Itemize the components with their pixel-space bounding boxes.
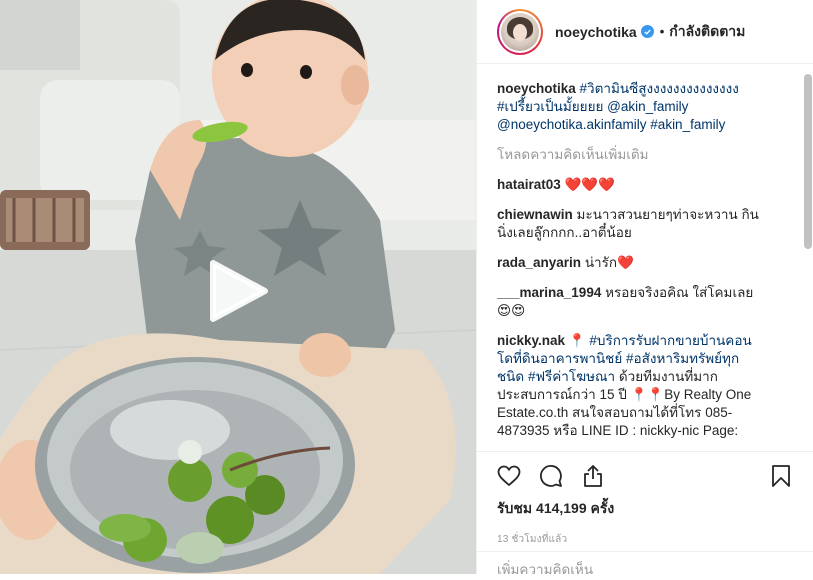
following-button[interactable]: กำลังติดตาม xyxy=(669,21,745,43)
play-button[interactable] xyxy=(205,259,269,323)
header-separator: • xyxy=(659,24,665,39)
comment-button[interactable] xyxy=(539,464,563,488)
comment-username[interactable]: nickky.nak xyxy=(497,333,565,348)
share-icon xyxy=(584,465,602,487)
comment-username[interactable]: ___marina_1994 xyxy=(497,285,601,300)
like-button[interactable] xyxy=(497,464,521,488)
post-header: noeychotika • กำลังติดตาม xyxy=(477,0,813,64)
comment-text: ❤️❤️❤️ xyxy=(564,177,615,192)
post-video[interactable] xyxy=(0,0,476,574)
avatar-image xyxy=(501,12,539,51)
action-icons xyxy=(497,460,793,492)
mention-link[interactable]: @akin_family xyxy=(607,99,688,114)
post-side-panel: noeychotika • กำลังติดตาม noeychotika #ว… xyxy=(476,0,813,577)
mention-link[interactable]: @noeychotika.akinfamily xyxy=(497,117,647,132)
hashtag-link[interactable]: #akin_family xyxy=(650,117,725,132)
avatar[interactable] xyxy=(497,8,543,55)
post-timestamp[interactable]: 13 ชั่วโมงที่แล้ว xyxy=(497,532,793,547)
comment-icon xyxy=(540,465,562,487)
add-comment-input[interactable]: เพิ่มความคิดเห็น xyxy=(477,551,813,577)
heart-icon xyxy=(497,465,521,487)
hashtag-link[interactable]: #ฟรีค่าโฆษณา xyxy=(528,369,615,384)
caption-username[interactable]: noeychotika xyxy=(497,81,576,96)
header-username[interactable]: noeychotika xyxy=(555,24,637,40)
pin-emoji: 📍 xyxy=(568,333,586,348)
verified-icon xyxy=(640,25,654,38)
share-button[interactable] xyxy=(581,464,605,488)
comment-item: rada_anyarin น่ารัก❤️ xyxy=(497,254,789,272)
hashtag-link[interactable]: #วิตามินซีสูงงงงงงงงงงงงงง xyxy=(580,81,739,96)
comment-username[interactable]: chiewnawin xyxy=(497,207,573,222)
scrollbar-thumb[interactable] xyxy=(804,74,812,249)
view-count[interactable]: รับชม 414,199 ครั้ง xyxy=(497,498,793,520)
hashtag-link[interactable]: #เปรี้ยวเป็นมั้ยยยย xyxy=(497,99,603,114)
load-more-comments[interactable]: โหลดความคิดเห็นเพิ่มเติม xyxy=(497,146,789,164)
bookmark-icon xyxy=(772,465,790,487)
save-button[interactable] xyxy=(769,464,793,488)
post-caption: noeychotika #วิตามินซีสูงงงงงงงงงงงงงง #… xyxy=(497,80,759,134)
comments-list: noeychotika #วิตามินซีสูงงงงงงงงงงงงงง #… xyxy=(497,80,789,450)
post-actions: รับชม 414,199 ครั้ง 13 ชั่วโมงที่แล้ว xyxy=(477,451,813,547)
comment-item: ___marina_1994 หรอยจริงอคิณ ใส่โคมเลย😍😍 xyxy=(497,284,789,320)
comment-item: hatairat03 ❤️❤️❤️ xyxy=(497,176,789,194)
comments-scrollbar[interactable] xyxy=(803,64,813,450)
play-icon xyxy=(210,260,268,322)
comment-item: chiewnawin มะนาวสวนยายๆท่าจะหวาน กินนิ่ง… xyxy=(497,206,789,242)
comment-text: น่ารัก❤️ xyxy=(584,255,634,270)
comment-item: nickky.nak 📍 #บริการรับฝากขายบ้านคอนโดที… xyxy=(497,332,789,440)
comment-username[interactable]: hatairat03 xyxy=(497,177,561,192)
comment-username[interactable]: rada_anyarin xyxy=(497,255,581,270)
